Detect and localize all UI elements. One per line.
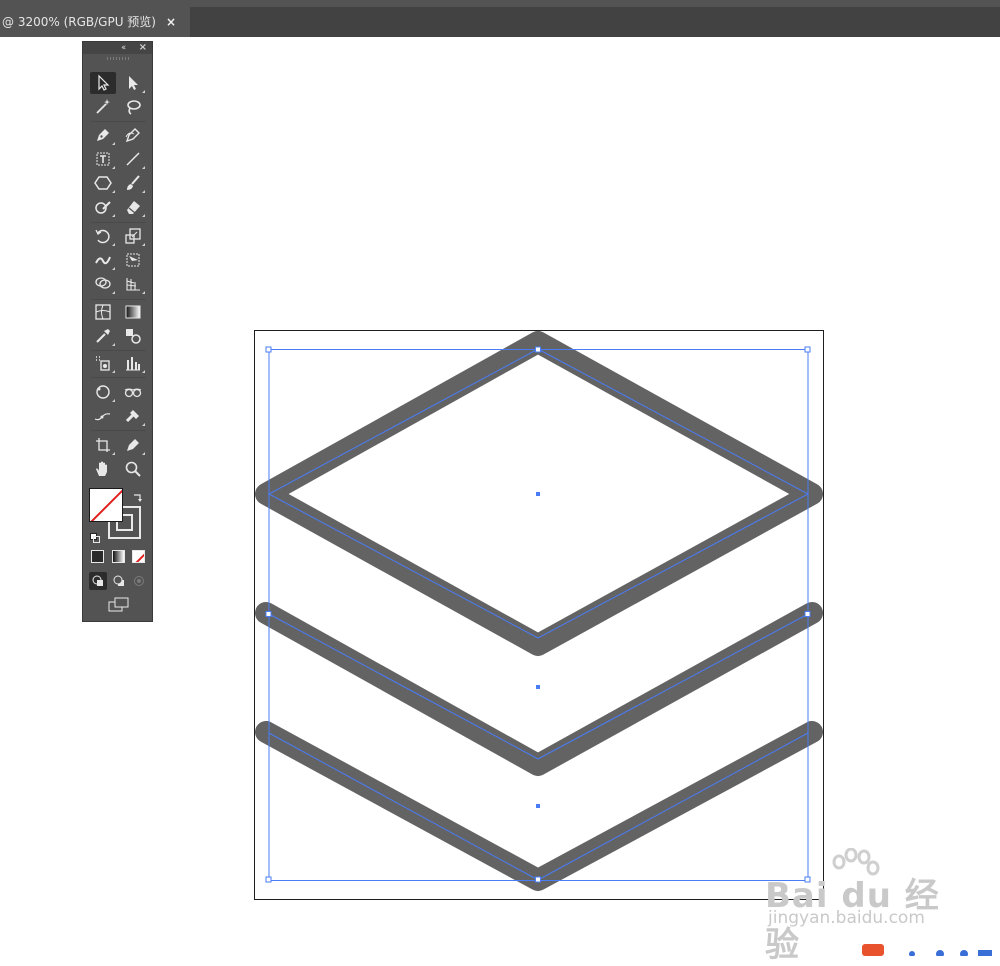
selection-handles[interactable]: [265, 346, 811, 883]
selection-paths: [267, 348, 810, 881]
bottom-logo-strip: [860, 940, 1000, 958]
layers-artwork[interactable]: [255, 331, 823, 891]
canvas-artwork: [255, 331, 823, 891]
bounding-box[interactable]: [268, 349, 809, 881]
